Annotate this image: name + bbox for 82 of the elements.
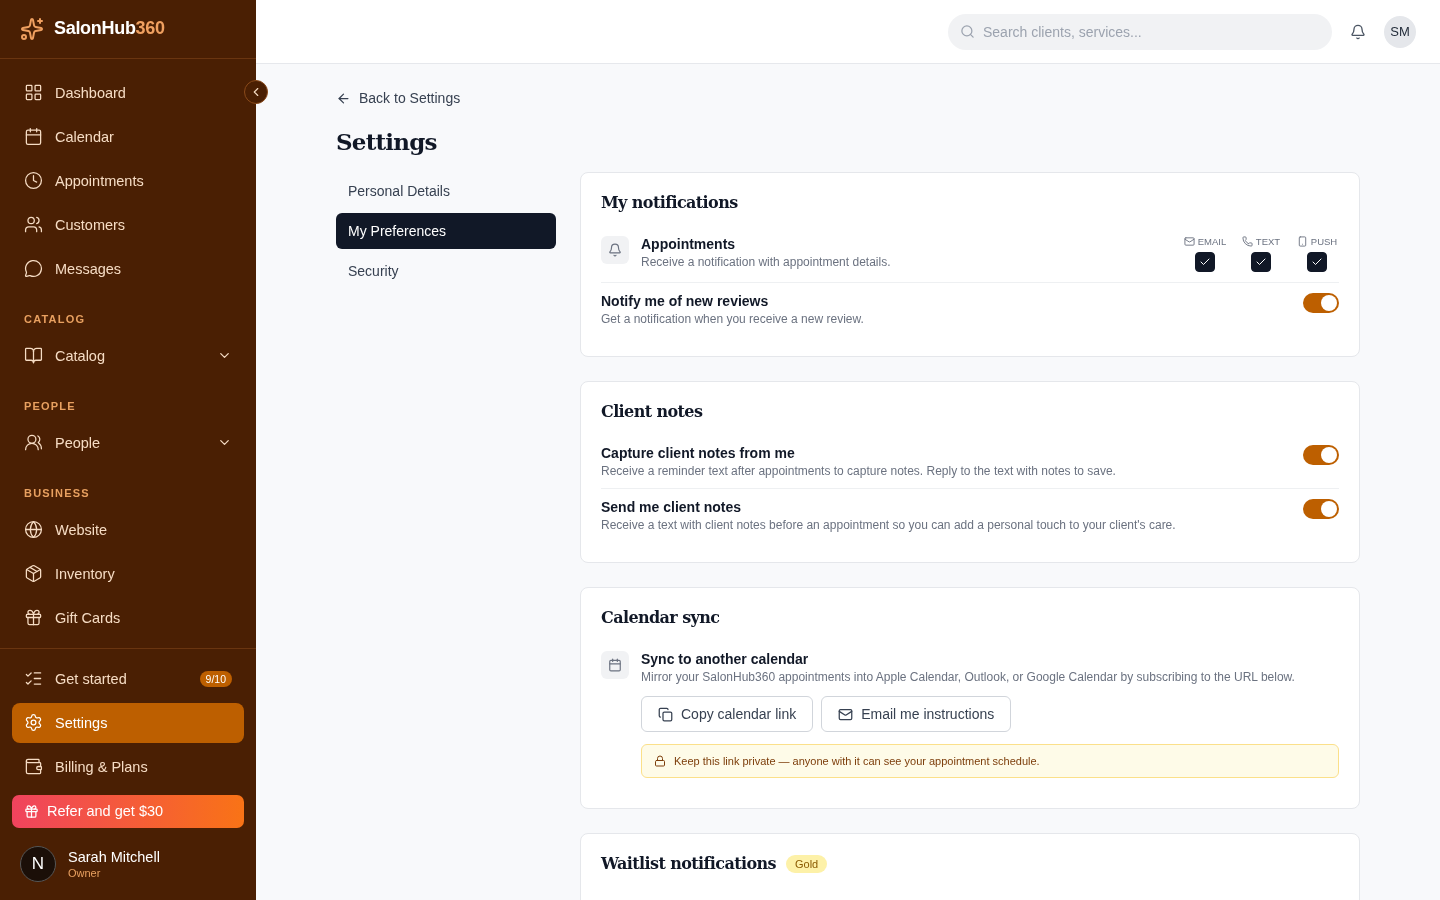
search-field[interactable]: Search clients, services... [948, 13, 1332, 50]
chat-bubble-icon [24, 259, 43, 279]
user-avatar: N [20, 846, 56, 882]
toggle-switch[interactable] [1303, 499, 1339, 519]
settings-icon [24, 713, 43, 733]
users-icon [24, 215, 43, 235]
page-title: Settings [336, 127, 438, 155]
settings-tab[interactable]: Security [336, 252, 556, 289]
phone-icon [1241, 236, 1253, 247]
row-description: Mirror your SalonHub360 appointments into Apple Calendar, Outlook, or Google Calendar by subscribing to the URL below. [641, 670, 1296, 684]
section-heading: BUSINESS [23, 485, 91, 501]
channel-label: TEXT [1255, 236, 1281, 247]
copy-icon [658, 706, 673, 722]
users-icon [24, 433, 43, 453]
brand-name: SalonHub360 [54, 18, 165, 40]
settings-tab[interactable]: My Preferences [336, 212, 556, 249]
nav-item[interactable]: Billing & Plans [12, 746, 244, 787]
user-avatar[interactable]: SM [1384, 15, 1416, 48]
channel-label: EMAIL [1197, 236, 1227, 247]
nav-item[interactable]: People [12, 422, 244, 463]
row-description: Receive a notification with appointment details. [641, 255, 892, 269]
globe-icon [24, 520, 43, 540]
notification-bell-icon[interactable] [1350, 23, 1366, 40]
check-icon [1199, 256, 1211, 268]
nav-item[interactable]: Appointments [12, 160, 244, 201]
calendar-icon [24, 127, 43, 147]
sparkle-logo-icon [20, 16, 44, 41]
check-icon [1255, 256, 1267, 268]
row-title: Capture client notes from me [601, 445, 796, 461]
card-title: Client notes [601, 402, 703, 421]
row-description: Get a notification when you receive a new review. [601, 312, 865, 326]
copy-link-button[interactable]: Copy calendar link [641, 696, 814, 732]
settings-tab[interactable]: Personal Details [336, 172, 556, 209]
calendar-icon [601, 651, 629, 679]
nav-item[interactable]: Customers [12, 204, 244, 245]
row-title: Send me client notes [601, 499, 743, 515]
user-role: Owner [68, 867, 102, 879]
book-icon [24, 346, 43, 366]
collapse-button[interactable] [244, 80, 268, 104]
row-title: Notify me of new reviews [601, 293, 770, 309]
channel-checkbox[interactable] [1251, 252, 1271, 272]
plan-badge: Gold [785, 854, 828, 873]
card-title: My notifications [601, 193, 738, 212]
row-title: Sync to another calendar [641, 651, 810, 667]
notice-text: Keep this link private — anyone with it can see your appointment schedule. [674, 755, 1040, 767]
progress-badge: 9/10 [199, 670, 232, 687]
package-icon [24, 564, 43, 584]
mail-icon [1183, 236, 1195, 247]
channel-checkbox[interactable] [1307, 252, 1327, 272]
toggle-switch[interactable] [1303, 293, 1339, 313]
nav-item[interactable]: Messages [12, 248, 244, 289]
email-button[interactable]: Email me instructions [821, 696, 1012, 732]
channel-checkbox[interactable] [1195, 252, 1215, 272]
card-title: Waitlist notifications [601, 854, 776, 873]
channel-label: PUSH [1310, 236, 1338, 247]
wallet-icon [24, 757, 43, 777]
toggle-switch[interactable] [1303, 445, 1339, 465]
row-description: Receive a reminder text after appointments to capture notes. Reply to the text with notes to save. [601, 464, 1117, 478]
row-description: Receive a text with client notes before an appointment so you can add a personal touch to your client's care. [601, 518, 1177, 532]
grid-icon [24, 83, 43, 103]
nav-item[interactable]: Settings [12, 702, 244, 743]
nav-item[interactable]: Website [12, 509, 244, 550]
section-heading: CATALOG [23, 311, 87, 327]
clock-icon [24, 171, 43, 191]
gift-icon [24, 803, 39, 819]
nav-item[interactable]: Get started 9/10 [12, 658, 244, 699]
section-heading: PEOPLE [23, 398, 77, 414]
card-title: Calendar sync [601, 608, 720, 627]
nav-item[interactable]: Dashboard [12, 72, 244, 113]
smartphone-icon [1296, 236, 1308, 247]
check-icon [1311, 256, 1323, 268]
user-name: Sarah Mitchell [68, 849, 160, 865]
back-link[interactable]: Back to Settings [336, 90, 461, 106]
bell-icon [601, 236, 629, 264]
nav-item[interactable]: Catalog [12, 335, 244, 376]
gift-icon [24, 608, 43, 628]
nav-item[interactable]: Gift Cards [12, 597, 244, 638]
nav-item[interactable]: Inventory [12, 553, 244, 594]
lock-icon [654, 755, 666, 767]
mail-icon [838, 706, 854, 722]
nav-item[interactable]: Calendar [12, 116, 244, 157]
row-title: Appointments [641, 236, 737, 252]
